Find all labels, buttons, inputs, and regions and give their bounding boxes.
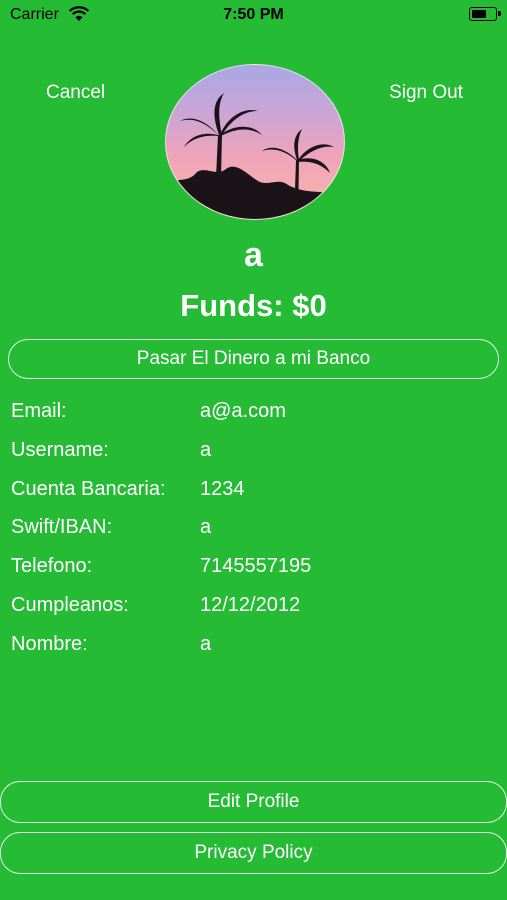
detail-value: 1234 — [200, 477, 245, 500]
detail-label: Username: — [11, 438, 109, 461]
funds-balance: Funds: $0 — [180, 288, 327, 323]
status-bar: Carrier 7:50 PM — [0, 0, 507, 30]
detail-label: Cuenta Bancaria: — [11, 477, 166, 500]
sign-out-button[interactable]: Sign Out — [389, 82, 463, 104]
detail-value: 7145557195 — [200, 555, 312, 578]
detail-value: a — [200, 516, 212, 539]
transfer-to-bank-button[interactable]: Pasar El Dinero a mi Banco — [8, 339, 499, 379]
avatar[interactable] — [165, 64, 345, 220]
detail-value: a — [200, 632, 212, 655]
detail-label: Nombre: — [11, 632, 88, 655]
palm-trees-photo — [166, 93, 344, 219]
detail-label: Telefono: — [11, 555, 93, 578]
profile-name: a — [244, 236, 263, 274]
detail-value: 12/12/2012 — [200, 593, 301, 616]
detail-label: Email: — [11, 400, 67, 422]
detail-value: a@a.com — [200, 400, 286, 422]
detail-label: Cumpleanos: — [11, 593, 129, 616]
privacy-policy-button[interactable]: Privacy Policy — [0, 832, 507, 874]
battery-icon — [469, 7, 501, 21]
detail-label: Swift/IBAN: — [11, 516, 113, 539]
cancel-button[interactable]: Cancel — [46, 82, 105, 104]
status-time: 7:50 PM — [223, 6, 284, 23]
detail-value: a — [200, 438, 212, 461]
edit-profile-button[interactable]: Edit Profile — [0, 781, 507, 823]
